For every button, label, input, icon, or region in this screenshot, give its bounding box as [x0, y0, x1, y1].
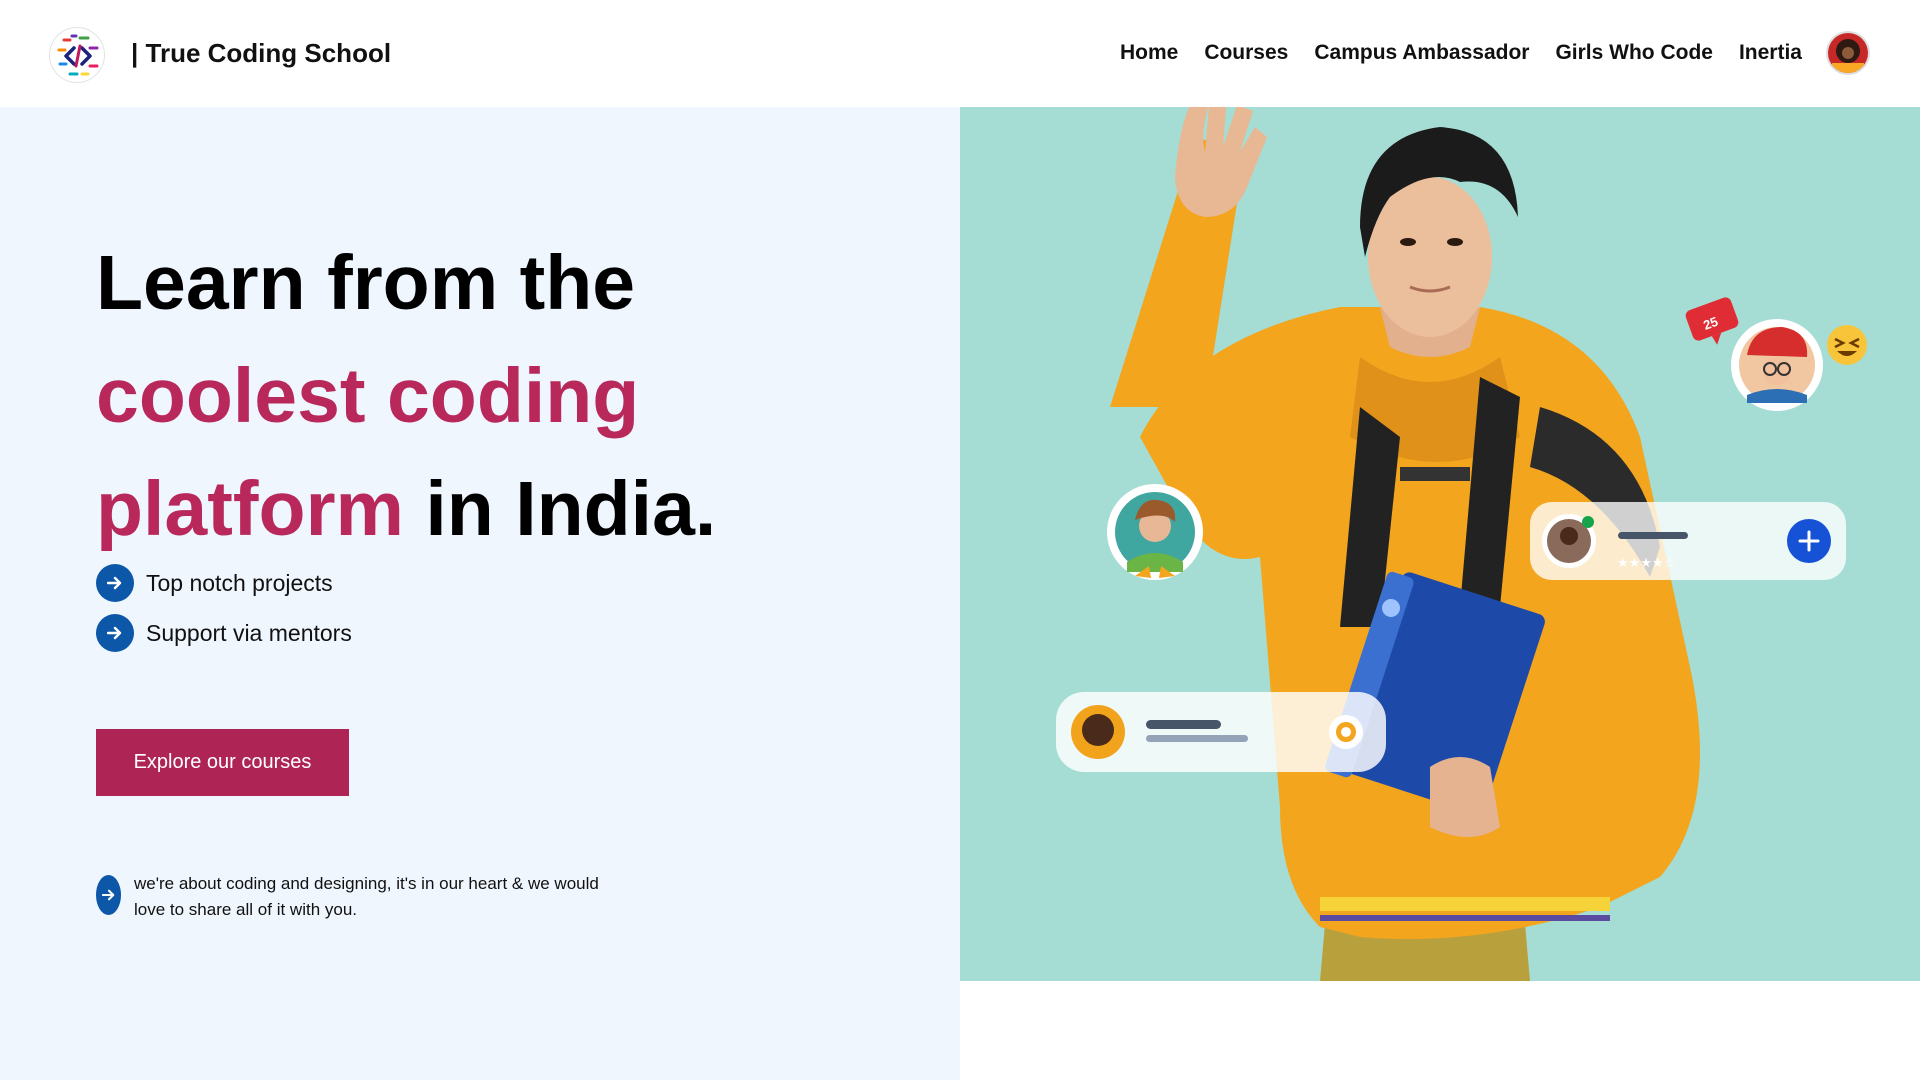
- feature-item: Top notch projects: [96, 564, 352, 602]
- headline-accent-1: coolest coding: [96, 353, 640, 439]
- tagline-text: we're about coding and designing, it's i…: [134, 874, 599, 919]
- explore-courses-button[interactable]: Explore our courses: [96, 729, 349, 796]
- hero-text-panel: Learn from the coolest coding platform i…: [0, 107, 960, 1080]
- feature-label: Top notch projects: [146, 569, 333, 596]
- laughing-emoji-icon: [1827, 325, 1867, 365]
- arrow-right-icon: [96, 614, 134, 652]
- hero-image-panel: 25 ★★★★☆: [960, 107, 1920, 981]
- arrow-right-icon: [96, 564, 134, 602]
- headline-end: in India.: [404, 466, 717, 552]
- nav-girls-who-code[interactable]: Girls Who Code: [1555, 41, 1713, 65]
- tagline: we're about coding and designing, it's i…: [96, 871, 634, 923]
- main-nav: Home Courses Campus Ambassador Girls Who…: [1120, 41, 1802, 65]
- rating-card: [1530, 502, 1846, 580]
- nav-inertia[interactable]: Inertia: [1739, 41, 1802, 65]
- nav-courses[interactable]: Courses: [1204, 41, 1288, 65]
- site-header: | True Coding School Home Courses Campus…: [0, 0, 1920, 107]
- user-avatar[interactable]: [1826, 31, 1870, 75]
- message-card: [1056, 692, 1386, 772]
- headline-accent-2: platform: [96, 466, 404, 552]
- brand-name[interactable]: | True Coding School: [131, 38, 391, 69]
- feature-label: Support via mentors: [146, 619, 352, 646]
- feature-item: Support via mentors: [96, 614, 352, 652]
- feature-list: Top notch projects Support via mentors: [96, 564, 352, 664]
- floating-avatar: [1107, 484, 1203, 580]
- arrow-right-icon: [96, 875, 121, 915]
- nav-campus-ambassador[interactable]: Campus Ambassador: [1314, 41, 1529, 65]
- hero-headline: Learn from the coolest coding platform i…: [96, 227, 716, 566]
- rating-stars: ★★★★☆: [1617, 556, 1675, 571]
- waving-hand-icon: [1175, 107, 1267, 217]
- floating-avatar: [1731, 319, 1823, 411]
- student-illustration: 25 ★★★★☆: [1056, 107, 1867, 981]
- headline-line-1: Learn from the: [96, 240, 636, 326]
- nav-home[interactable]: Home: [1120, 41, 1178, 65]
- school-logo-icon[interactable]: [49, 27, 105, 83]
